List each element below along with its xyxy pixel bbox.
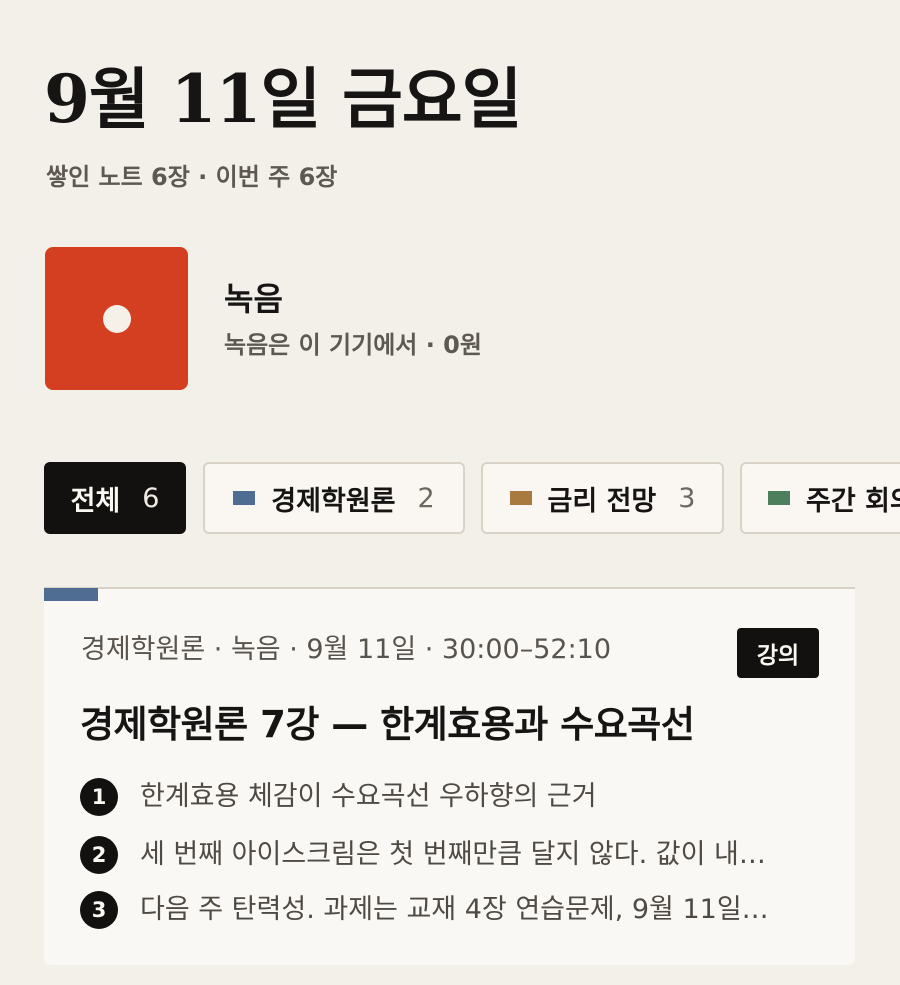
filter-chip-label: 금리 전망 (547, 485, 657, 517)
filter-chip-economics[interactable]: 경제학원론 2 (203, 462, 465, 534)
note-title: 경제학원론 7강 — 한계효용과 수요곡선 (80, 703, 695, 746)
notes-summary: 쌓인 노트 6장 · 이번 주 6장 (46, 163, 338, 191)
category-color-swatch (233, 491, 256, 505)
note-meta: 경제학원론 · 녹음 · 9월 11일 · 30:00–52:10 (81, 634, 612, 665)
record-dot-icon (102, 304, 131, 333)
record-note: 녹음은 이 기기에서 · 0원 (224, 331, 482, 359)
note-type-badge: 강의 (737, 628, 819, 678)
note-card[interactable]: 경제학원론 · 녹음 · 9월 11일 · 30:00–52:10 강의 경제학… (44, 587, 855, 965)
record-button[interactable] (45, 247, 188, 390)
filter-chip-count: 2 (417, 482, 435, 514)
filter-chip-count: 3 (678, 482, 696, 514)
filter-chip-rate-outlook[interactable]: 금리 전망 3 (481, 462, 724, 534)
note-point: 1 한계효용 체감이 수요곡선 우하향의 근거 (80, 775, 820, 819)
note-point: 3 다음 주 탄력성. 과제는 교재 4장 연습문제, 9월 11일… (80, 888, 820, 932)
point-number-badge: 3 (80, 891, 118, 929)
note-point: 2 세 번째 아이스크림은 첫 번째만큼 달지 않다. 값이 내… (80, 833, 820, 877)
record-title[interactable]: 녹음 (224, 278, 283, 320)
category-color-swatch (768, 491, 790, 505)
point-text: 한계효용 체감이 수요곡선 우하향의 근거 (140, 781, 597, 812)
filter-chip-label: 경제학원론 (271, 485, 396, 517)
filter-chip-weekly-meeting[interactable]: 주간 회의 (740, 462, 900, 534)
point-number-badge: 2 (80, 836, 118, 874)
filter-chip-all[interactable]: 전체 6 (44, 462, 186, 534)
filter-chip-label: 주간 회의 (806, 485, 900, 517)
filter-chip-count: 6 (142, 482, 160, 514)
point-text: 세 번째 아이스크림은 첫 번째만큼 달지 않다. 값이 내… (140, 839, 766, 870)
category-color-swatch (509, 491, 532, 505)
point-text: 다음 주 탄력성. 과제는 교재 4장 연습문제, 9월 11일… (140, 894, 769, 925)
point-number-badge: 1 (80, 778, 118, 816)
note-category-accent (44, 588, 98, 601)
filter-chip-label: 전체 (70, 485, 121, 517)
filter-tabs: 전체 6 경제학원론 2 금리 전망 3 주간 회의 (44, 462, 900, 534)
page-title: 9월 11일 금요일 (44, 60, 522, 138)
